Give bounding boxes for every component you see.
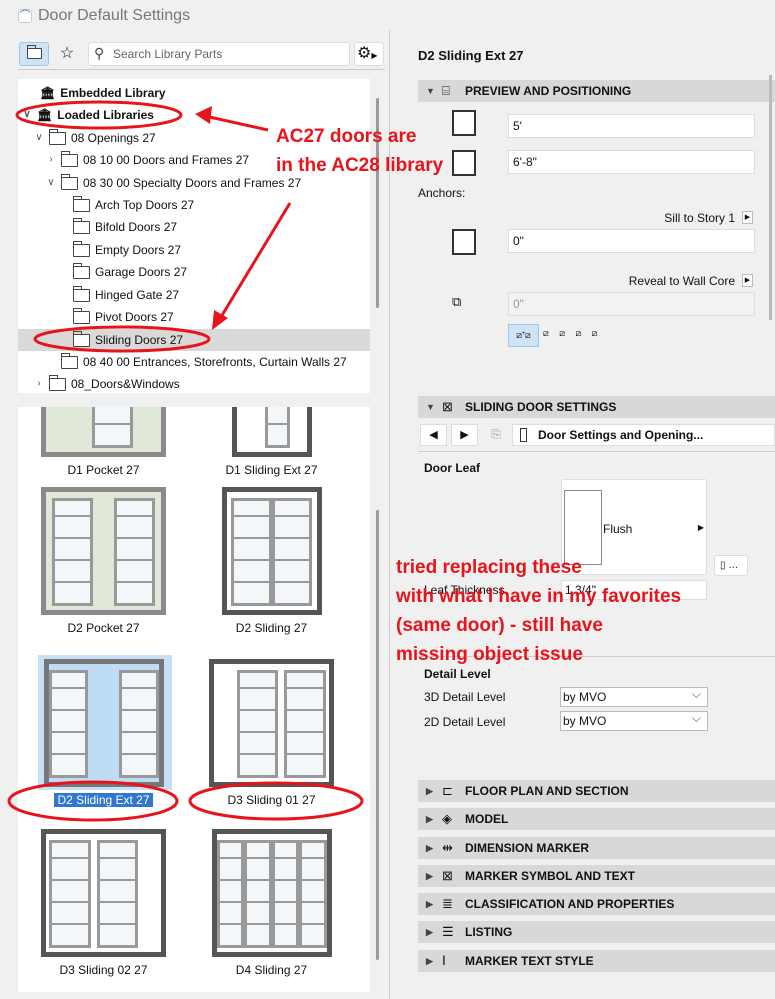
annotation-ellipse-d2-sliding-ext [7,780,179,822]
annotation-note-2: tried replacing these with what I have in… [396,557,682,665]
arrowhead-2 [212,310,228,330]
annotation-arrow-2 [216,202,292,323]
annotation-arrow-1 [204,114,269,132]
arrowhead-1 [195,106,212,124]
annotation-ellipse-d3-sliding-01 [188,781,364,821]
annotation-ellipse-sliding-doors [33,325,211,353]
annotation-ellipse-loaded-libraries [15,100,183,130]
annotation-note-1: AC27 doors are in the AC28 library [276,126,444,176]
